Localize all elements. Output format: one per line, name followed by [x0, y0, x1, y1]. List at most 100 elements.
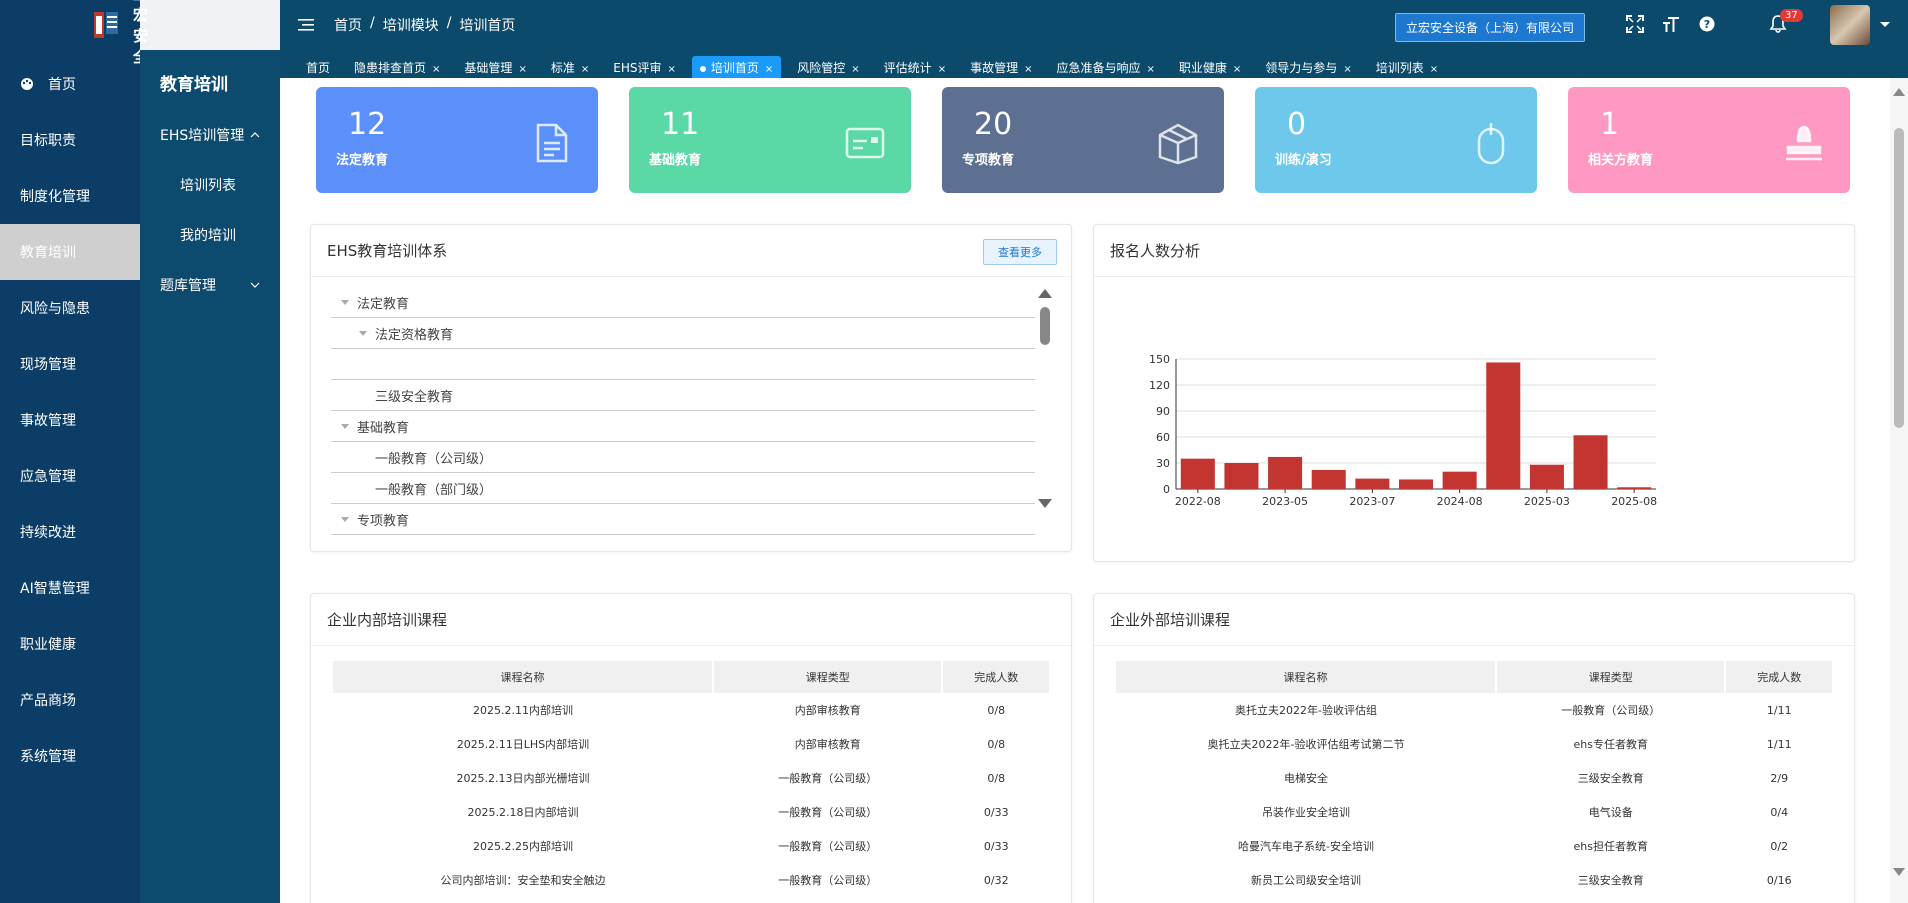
tree-node[interactable]: 法定教育 [331, 287, 1035, 318]
page-scrollbar[interactable] [1890, 78, 1908, 903]
stat-card-1[interactable]: 11 基础教育 [629, 87, 911, 193]
stat-card-4[interactable]: 1 相关方教育 [1568, 87, 1850, 193]
close-icon[interactable]: × [1430, 64, 1438, 75]
stat-card-0[interactable]: 12 法定教育 [316, 87, 598, 193]
breadcrumb-module[interactable]: 培训模块 [383, 15, 439, 35]
fullscreen-icon[interactable] [1625, 14, 1645, 34]
tab-10[interactable]: 职业健康 × [1171, 56, 1249, 78]
sidebar-item-institution[interactable]: 制度化管理 [0, 168, 140, 224]
tab-8[interactable]: 事故管理 × [962, 56, 1040, 78]
table-row[interactable]: 2025.2.25内部培训 一般教育（公司级） 0/33 [333, 829, 1050, 863]
help-icon[interactable]: ? [1697, 14, 1717, 34]
sidebar-item-risk[interactable]: 风险与隐患 [0, 280, 140, 336]
close-icon[interactable]: × [765, 64, 773, 75]
column-header[interactable]: 完成人数 [942, 661, 1051, 693]
table-row[interactable]: 2025.2.18日内部培训 一般教育（公司级） 0/33 [333, 795, 1050, 829]
column-header[interactable]: 课程名称 [333, 661, 714, 693]
close-icon[interactable]: × [851, 64, 859, 75]
scroll-thumb[interactable] [1040, 307, 1050, 345]
company-button[interactable]: 立宏安全设备（上海）有限公司 [1395, 13, 1586, 42]
tree-node[interactable]: 基础教育 [331, 411, 1035, 442]
scroll-down-icon[interactable] [1038, 499, 1052, 508]
tree-node[interactable]: 专项教育 [331, 504, 1035, 535]
sidebar-item-occupational-health[interactable]: 职业健康 [0, 616, 140, 672]
tab-6[interactable]: 风险管控 × [789, 56, 867, 78]
sidebar-item-home[interactable]: 首页 [0, 56, 140, 112]
breadcrumb-separator: / [370, 15, 375, 31]
scroll-up-icon[interactable] [1038, 289, 1052, 298]
sidebar-item-label: 首页 [48, 77, 76, 93]
tree-node[interactable]: 法定资格教育 [331, 318, 1035, 349]
close-icon[interactable]: × [667, 64, 675, 75]
column-header[interactable]: 课程名称 [1116, 661, 1497, 693]
close-icon[interactable]: × [1233, 64, 1241, 75]
caret-down-icon[interactable] [341, 299, 349, 305]
caret-down-icon[interactable] [359, 330, 367, 336]
close-icon[interactable]: × [938, 64, 946, 75]
sidebar-item-goals[interactable]: 目标职责 [0, 112, 140, 168]
column-header[interactable]: 完成人数 [1725, 661, 1834, 693]
close-icon[interactable]: × [1147, 64, 1155, 75]
sidebar-item-training[interactable]: 教育培训 [0, 224, 140, 280]
tab-11[interactable]: 领导力与参与 × [1257, 56, 1359, 78]
brand[interactable]: 立宏安全 [0, 0, 148, 66]
tab-5[interactable]: 培训首页 × [691, 56, 782, 78]
column-header[interactable]: 课程类型 [1496, 661, 1727, 693]
subnav-ehs-training[interactable]: EHS培训管理 [140, 110, 280, 160]
stat-card-2[interactable]: 20 专项教育 [942, 87, 1224, 193]
table-row[interactable]: 2025.2.13日内部光栅培训 一般教育（公司级） 0/8 [333, 761, 1050, 795]
tree-node[interactable]: 三级安全教育 [331, 380, 1035, 411]
close-icon[interactable]: × [432, 64, 440, 75]
sidebar-item-improvement[interactable]: 持续改进 [0, 504, 140, 560]
sidebar-item-ai[interactable]: AI智慧管理 [0, 560, 140, 616]
table-row[interactable]: 公司内部培训：安全垫和安全触边 一般教育（公司级） 0/32 [333, 863, 1050, 897]
tree-scrollbar[interactable] [1034, 287, 1054, 515]
tab-7[interactable]: 评估统计 × [876, 56, 954, 78]
subnav-my-training[interactable]: 我的培训 [140, 210, 280, 260]
sidebar-item-store[interactable]: 产品商场 [0, 672, 140, 728]
tree-node[interactable]: 一般教育（公司级） [331, 442, 1035, 473]
scroll-down-icon[interactable] [1893, 868, 1905, 876]
table-row[interactable]: 2025.2.11内部培训 内部审核教育 0/8 [333, 693, 1050, 727]
tab-1[interactable]: 隐患排查首页 × [346, 56, 448, 78]
scroll-thumb[interactable] [1894, 128, 1904, 428]
tab-12[interactable]: 培训列表 × [1368, 56, 1446, 78]
view-more-button[interactable]: 查看更多 [983, 239, 1057, 265]
stat-card-3[interactable]: 0 训练/演习 [1255, 87, 1537, 193]
scroll-up-icon[interactable] [1893, 88, 1905, 96]
close-icon[interactable]: × [1024, 64, 1032, 75]
tree-node[interactable] [331, 349, 1035, 380]
table-row[interactable]: 奥托立夫2022年-验收评估组考试第二节 ehs专任者教育 1/11 [1116, 727, 1833, 761]
tab-3[interactable]: 标准 × [543, 56, 597, 78]
menu-toggle-icon[interactable] [298, 18, 316, 32]
table-row[interactable]: 哈曼汽车电子系统-安全培训 ehs担任者教育 0/2 [1116, 829, 1833, 863]
breadcrumb-home[interactable]: 首页 [334, 15, 362, 35]
close-icon[interactable]: × [1343, 64, 1351, 75]
table-row[interactable]: 新员工公司级安全培训 三级安全教育 0/16 [1116, 863, 1833, 897]
tab-9[interactable]: 应急准备与响应 × [1048, 56, 1162, 78]
caret-down-icon[interactable] [1880, 22, 1890, 27]
caret-down-icon[interactable] [341, 423, 349, 429]
sidebar-item-site[interactable]: 现场管理 [0, 336, 140, 392]
table-row[interactable]: 2025.2.11日LHS内部培训 内部审核教育 0/8 [333, 727, 1050, 761]
close-icon[interactable]: × [518, 64, 526, 75]
column-header[interactable]: 课程类型 [713, 661, 944, 693]
tree-node-label: 法定资格教育 [375, 327, 454, 343]
tab-4[interactable]: EHS评审 × [605, 56, 684, 78]
table-row[interactable]: 奥托立夫2022年-验收评估组 一般教育（公司级） 1/11 [1116, 693, 1833, 727]
table-row[interactable]: 电梯安全 三级安全教育 2/9 [1116, 761, 1833, 795]
bar [1529, 464, 1564, 489]
tab-2[interactable]: 基础管理 × [456, 56, 534, 78]
sidebar-item-system[interactable]: 系统管理 [0, 728, 140, 784]
subnav-training-list[interactable]: 培训列表 [140, 160, 280, 210]
font-size-icon[interactable] [1661, 14, 1681, 34]
sidebar-item-accident[interactable]: 事故管理 [0, 392, 140, 448]
tab-0[interactable]: 首页 [298, 56, 338, 78]
avatar[interactable] [1830, 5, 1870, 45]
subnav-question-bank[interactable]: 题库管理 [140, 260, 280, 310]
caret-down-icon[interactable] [341, 516, 349, 522]
sidebar-item-emergency[interactable]: 应急管理 [0, 448, 140, 504]
close-icon[interactable]: × [581, 64, 589, 75]
table-row[interactable]: 吊装作业安全培训 电气设备 0/4 [1116, 795, 1833, 829]
tree-node[interactable]: 一般教育（部门级） [331, 473, 1035, 504]
